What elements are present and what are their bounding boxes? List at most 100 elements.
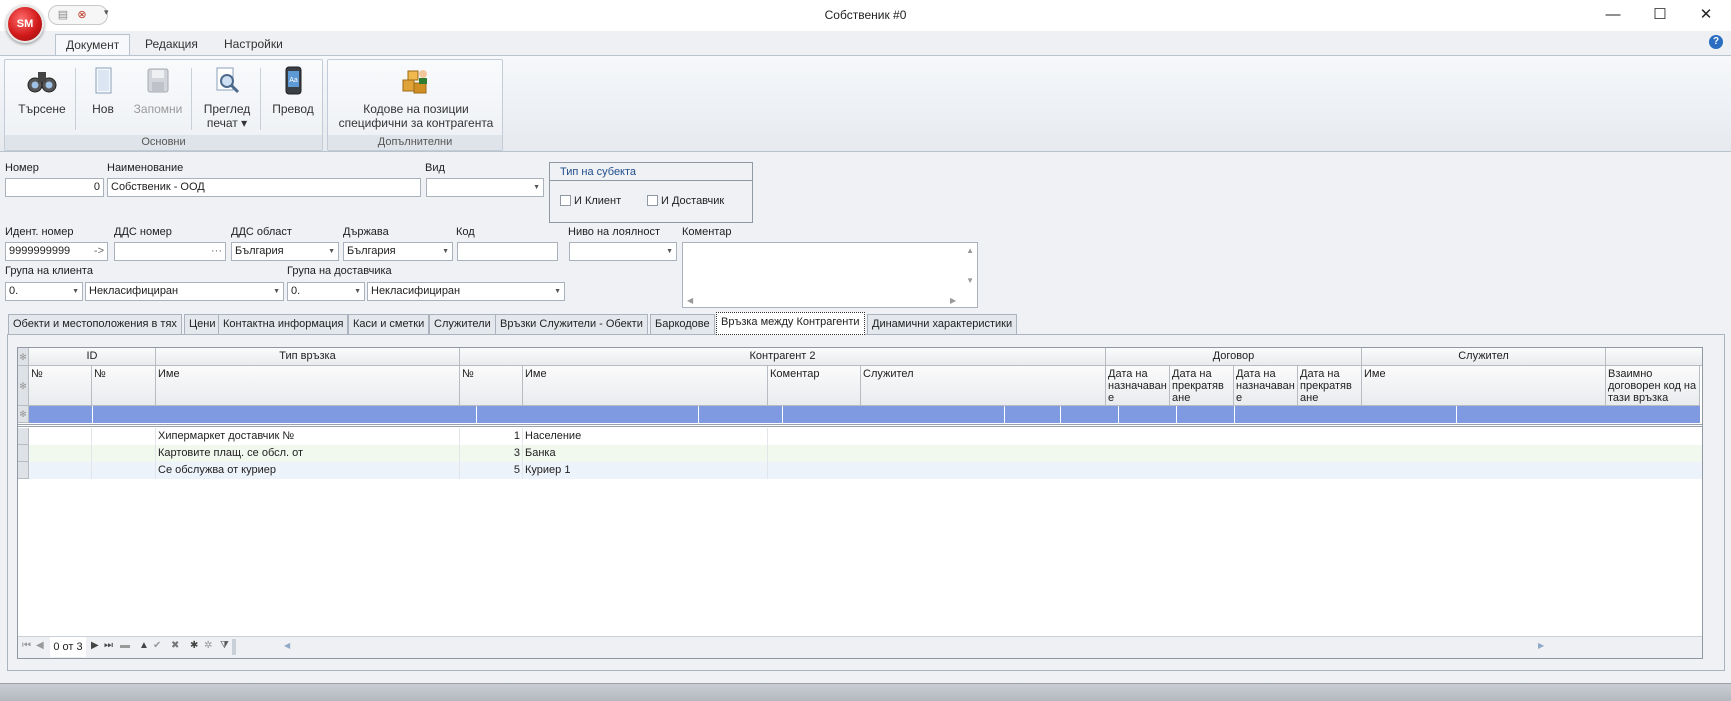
- scroll-right-icon[interactable]: ▶: [950, 296, 956, 305]
- add-child-icon[interactable]: ✲: [204, 640, 212, 651]
- client-group-label: Група на клиента: [5, 265, 93, 277]
- client-group-select[interactable]: Некласифициран ▼: [85, 282, 284, 301]
- band-header-id[interactable]: ID: [29, 348, 156, 366]
- filter-icon[interactable]: ⧩: [220, 640, 229, 651]
- new-row-separator: [18, 424, 1702, 427]
- tab-contacts[interactable]: Контактна информация: [218, 314, 349, 335]
- new-row-indicator-icon[interactable]: ✻: [18, 406, 29, 423]
- ribbon: Търсене Нов Запомни Преглед печат ▾ Aa П…: [0, 55, 1731, 152]
- supplier-group-select[interactable]: Некласифициран ▼: [367, 282, 565, 301]
- save-icon: [147, 68, 169, 93]
- position-codes-button[interactable]: Кодове на позиции специфични за контраге…: [330, 66, 502, 130]
- loyalty-select[interactable]: ▼: [569, 242, 677, 261]
- new-row[interactable]: [29, 406, 1700, 423]
- col-id-no2[interactable]: №: [92, 366, 156, 406]
- name-field[interactable]: Собственик - ООД: [107, 178, 421, 197]
- new-button[interactable]: Нов: [81, 66, 125, 116]
- move-up-icon[interactable]: ▲: [139, 640, 149, 651]
- ident-value: 9999999999: [9, 245, 71, 257]
- code-field[interactable]: [457, 242, 558, 261]
- col-cp-name[interactable]: Име: [523, 366, 768, 406]
- scroll-down-icon[interactable]: ▼: [966, 276, 974, 285]
- supplier-group-code-select[interactable]: 0. ▼: [287, 282, 365, 301]
- col-id-no1[interactable]: №: [29, 366, 92, 406]
- col-cp-employee[interactable]: Служител: [861, 366, 1106, 406]
- search-button[interactable]: Търсене: [13, 66, 71, 116]
- tab-employees[interactable]: Служители: [429, 314, 496, 335]
- grid-corner-icon[interactable]: ✻: [18, 348, 29, 366]
- grid-navigator: ⏮ ◀ 0 от 3 ▶ ⏭ ▬ ▲ ✔ ✖ ✱ ✲ ⧩ ◀ ▶: [18, 636, 1702, 658]
- scroll-up-icon[interactable]: ▲: [966, 246, 974, 255]
- vat-region-select[interactable]: България ▼: [231, 242, 339, 261]
- col-link-name[interactable]: Име: [156, 366, 460, 406]
- table-row[interactable]: Се обслужва от куриер 5 Куриер 1: [18, 462, 1702, 479]
- tab-document[interactable]: Документ: [55, 34, 131, 55]
- client-checkbox-label: И Клиент: [574, 195, 622, 207]
- col-employee-name[interactable]: Име: [1362, 366, 1606, 406]
- minimize-button[interactable]: —: [1598, 6, 1628, 24]
- band-header-contract[interactable]: Договор: [1106, 348, 1362, 366]
- client-group-code-select[interactable]: 0. ▼: [5, 282, 83, 301]
- col-contract-assign-2[interactable]: Дата на назначаван е: [1234, 366, 1298, 406]
- band-header-counterparty2[interactable]: Контрагент 2: [460, 348, 1106, 366]
- subject-type-group: Тип на субекта И Клиент И Доставчик: [549, 162, 753, 223]
- maximize-button[interactable]: ☐: [1645, 6, 1675, 24]
- prev-page-icon[interactable]: ◀: [36, 640, 44, 651]
- col-contract-assign-1[interactable]: Дата на назначаван е: [1106, 366, 1170, 406]
- last-record-icon[interactable]: ⏭: [104, 640, 113, 651]
- tab-settings[interactable]: Настройки: [214, 34, 293, 55]
- ribbon-group-extra-caption: Допълнителни: [328, 135, 502, 150]
- save-button[interactable]: Запомни: [128, 66, 188, 116]
- number-field[interactable]: 0: [5, 178, 104, 197]
- tab-dynamic-characteristics[interactable]: Динамични характеристики: [867, 314, 1018, 335]
- translate-button[interactable]: Aa Превод: [266, 66, 320, 116]
- cell-link: Картовите плащ. се обсл. от: [156, 445, 460, 462]
- comment-textarea[interactable]: ▲ ▼ ◀ ▶: [682, 242, 978, 308]
- tab-cash-accounts[interactable]: Каси и сметки: [348, 314, 430, 335]
- app-menu-button[interactable]: SM: [6, 5, 44, 43]
- confirm-icon[interactable]: ✔: [153, 640, 161, 651]
- table-row[interactable]: Картовите плащ. се обсл. от 3 Банка: [18, 445, 1702, 462]
- delete-record-icon[interactable]: ▬: [120, 640, 130, 651]
- tab-counterparty-links[interactable]: Връзка между Контрагенти: [716, 312, 865, 335]
- record-counter: 0 от 3: [50, 637, 86, 657]
- column-chooser-icon[interactable]: ✻: [18, 366, 29, 406]
- add-record-icon[interactable]: ✱: [190, 640, 198, 651]
- vat-number-field[interactable]: ···: [114, 242, 226, 261]
- scroll-left-icon[interactable]: ◀: [284, 641, 290, 650]
- help-icon[interactable]: ?: [1709, 35, 1723, 49]
- arrow-right-icon[interactable]: ->: [94, 243, 104, 260]
- band-header-link-type[interactable]: Тип връзка: [156, 348, 460, 366]
- col-cp-comment[interactable]: Коментар: [768, 366, 861, 406]
- client-group-code: 0.: [9, 285, 19, 297]
- scroll-left-icon[interactable]: ◀: [687, 296, 693, 305]
- col-contract-end-2[interactable]: Дата на прекратяв ане: [1298, 366, 1362, 406]
- subject-type-title: Тип на субекта: [550, 163, 752, 181]
- col-contract-end-1[interactable]: Дата на прекратяв ане: [1170, 366, 1234, 406]
- ellipsis-icon[interactable]: ···: [211, 243, 222, 260]
- col-agreed-code[interactable]: Взаимно договорен код на тази връзка: [1606, 366, 1700, 406]
- kind-select[interactable]: ▼: [426, 178, 544, 197]
- print-preview-button[interactable]: Преглед печат ▾: [197, 66, 257, 130]
- tab-objects[interactable]: Обекти и местоположения в тях: [8, 314, 182, 335]
- scroll-right-icon[interactable]: ▶: [1538, 641, 1544, 650]
- tab-employee-object-links[interactable]: Връзки Служители - Обекти: [495, 314, 648, 335]
- col-cp-no[interactable]: №: [460, 366, 523, 406]
- ident-field[interactable]: 9999999999 ->: [5, 242, 108, 261]
- tab-prices[interactable]: Цени: [184, 314, 221, 335]
- country-value: България: [347, 245, 396, 257]
- ribbon-group-main-caption: Основни: [5, 135, 322, 150]
- table-row[interactable]: Хипермаркет доставчик № 1 Население: [18, 428, 1702, 445]
- comment-label: Коментар: [682, 226, 732, 238]
- band-header-employee[interactable]: Служител: [1362, 348, 1606, 366]
- close-button[interactable]: ✕: [1691, 6, 1721, 24]
- next-record-icon[interactable]: ▶: [91, 640, 99, 651]
- cancel-icon[interactable]: ✖: [171, 640, 179, 651]
- tab-barcodes[interactable]: Баркодове: [650, 314, 715, 335]
- tab-edit[interactable]: Редакция: [135, 34, 208, 55]
- country-select[interactable]: България ▼: [343, 242, 453, 261]
- chevron-down-icon: ▼: [554, 288, 561, 295]
- first-record-icon[interactable]: ⏮: [22, 640, 31, 651]
- supplier-checkbox[interactable]: И Доставчик: [647, 195, 724, 207]
- client-checkbox[interactable]: И Клиент: [560, 195, 621, 207]
